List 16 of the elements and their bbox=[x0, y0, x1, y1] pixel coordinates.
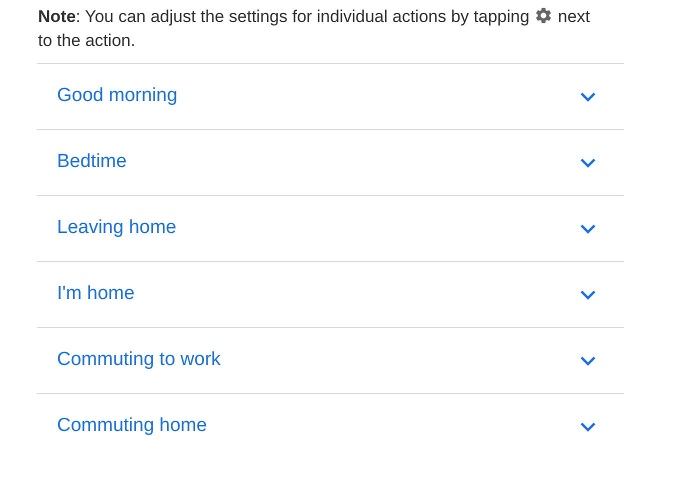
action-title[interactable]: Leaving home bbox=[57, 214, 176, 243]
action-title[interactable]: Bedtime bbox=[57, 148, 127, 177]
chevron-icon[interactable] bbox=[580, 356, 596, 366]
note-text: to the action. bbox=[38, 31, 136, 50]
chevron-icon[interactable] bbox=[580, 224, 596, 234]
action-title[interactable]: Good morning bbox=[57, 82, 178, 111]
gear-icon bbox=[534, 6, 554, 25]
chevron-icon[interactable] bbox=[580, 290, 596, 300]
chevron-icon[interactable] bbox=[580, 158, 596, 168]
action-title[interactable]: Commuting home bbox=[57, 412, 207, 441]
note-text: next bbox=[558, 7, 590, 26]
action-title[interactable]: Commuting to work bbox=[57, 346, 221, 375]
chevron-icon[interactable] bbox=[580, 422, 596, 432]
chevron-icon[interactable] bbox=[580, 92, 596, 102]
note-text: Note: You can adjust the settings for individual actions by tapping bbox=[38, 7, 530, 26]
action-title[interactable]: I'm home bbox=[57, 280, 135, 309]
